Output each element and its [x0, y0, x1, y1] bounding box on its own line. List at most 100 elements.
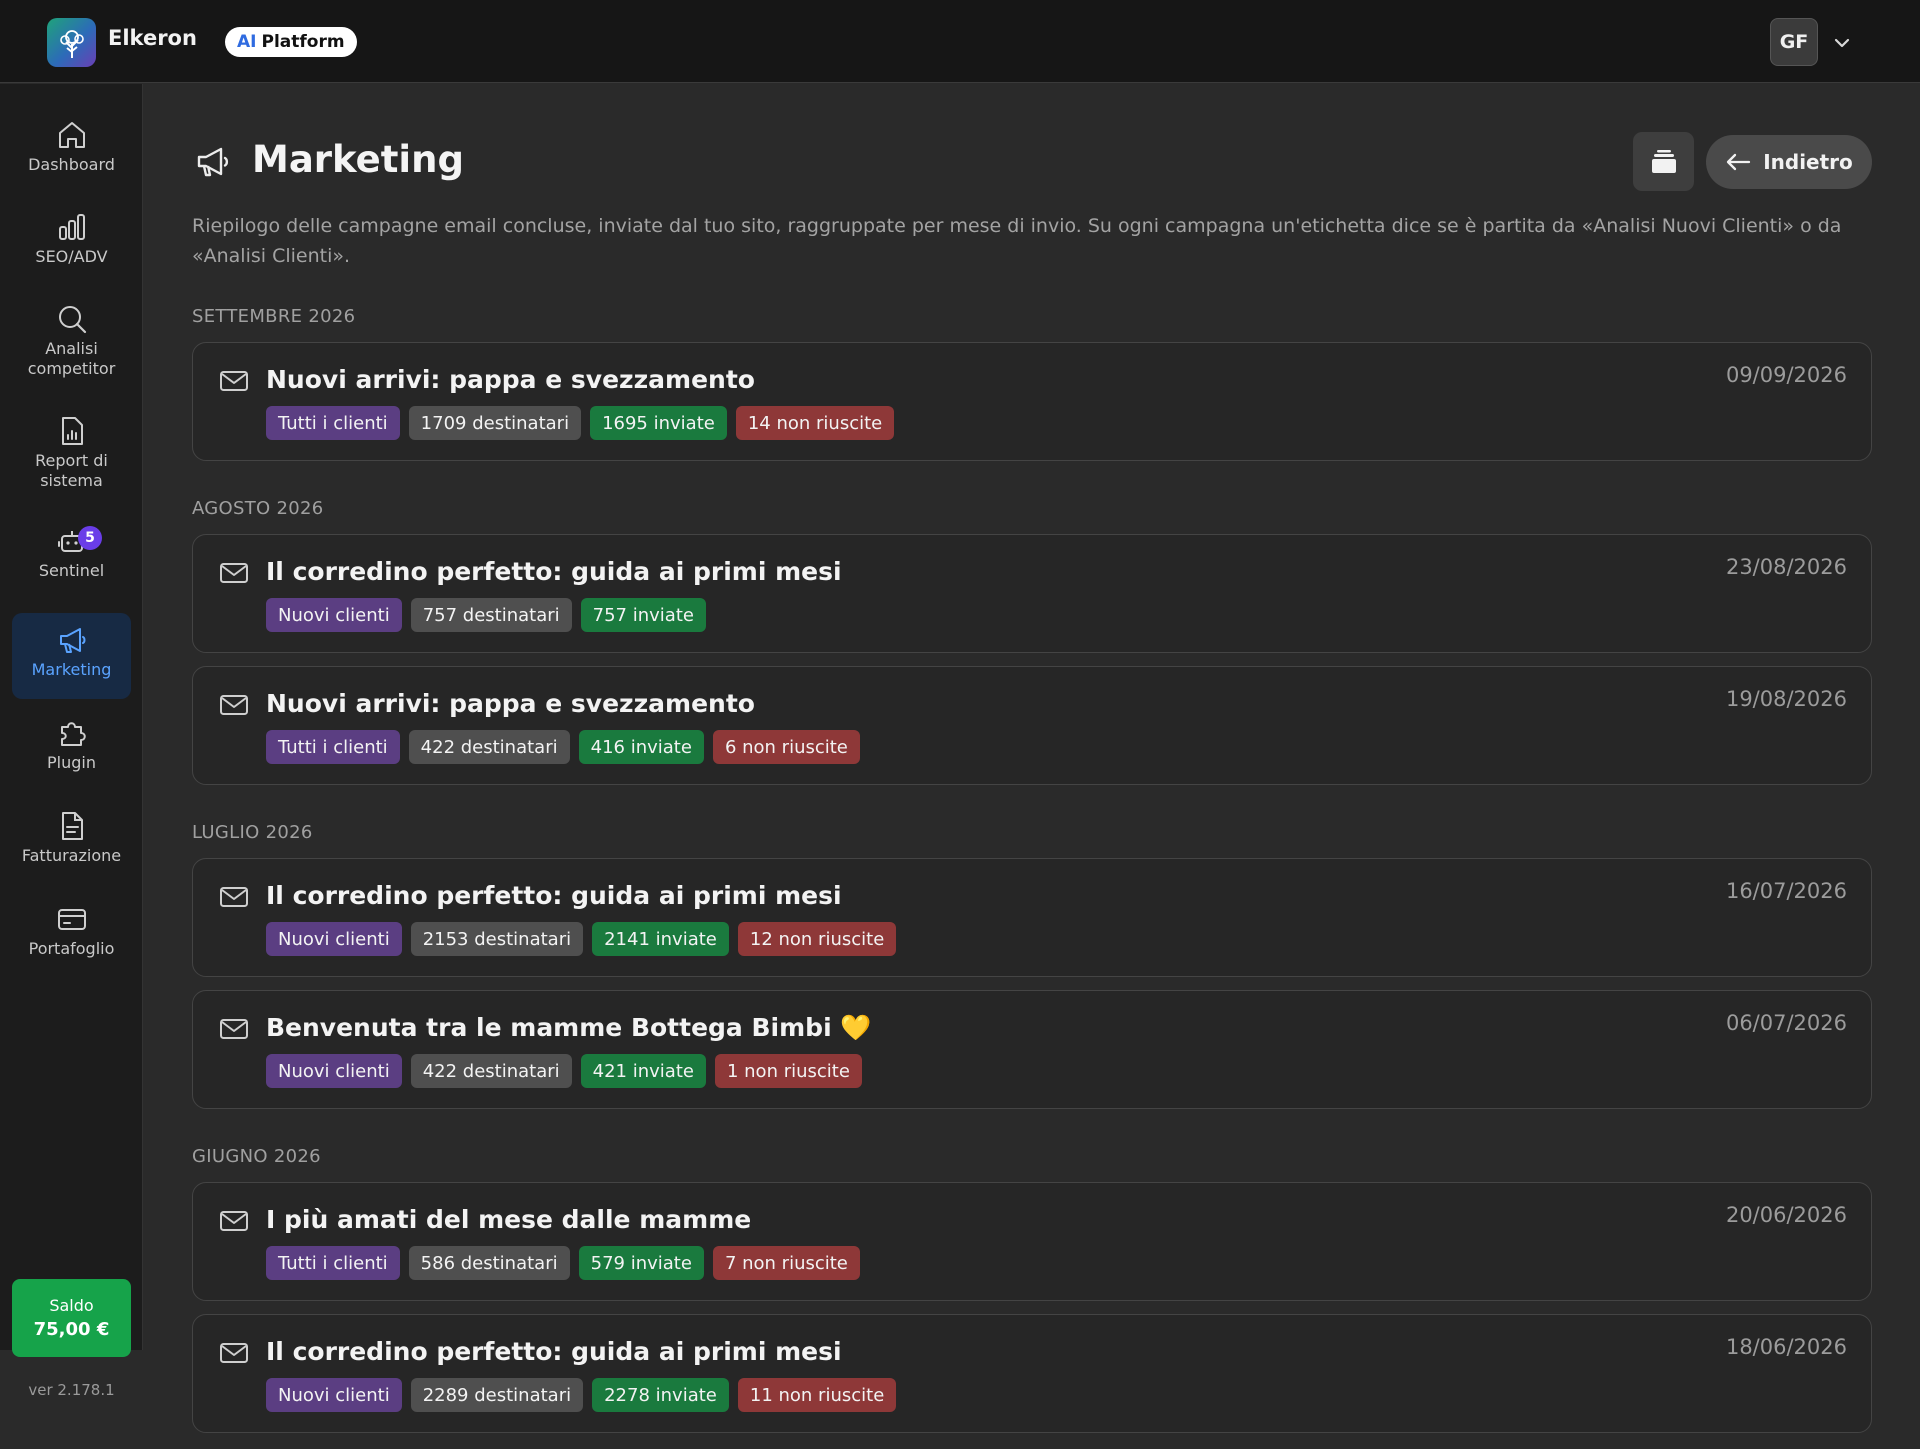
sent-tag: 757 inviate [580, 598, 706, 632]
campaign-tags: Nuovi clienti 422 destinatari 421 inviat… [266, 1054, 862, 1088]
arrow-left-icon [1727, 153, 1751, 171]
sidebar-item-label: Plugin [47, 753, 96, 772]
saldo-label: Saldo [49, 1296, 94, 1315]
campaign-date: 20/06/2026 [1725, 1203, 1847, 1227]
campaign-tags: Nuovi clienti 2153 destinatari 2141 invi… [266, 922, 897, 956]
campaign-card[interactable]: Il corredino perfetto: guida ai primi me… [192, 1314, 1872, 1433]
month-heading: GIUGNO 2026 [192, 1146, 321, 1167]
sidebar-item-label: Portafoglio [28, 939, 115, 958]
ai-platform-badge: AI Platform [225, 27, 357, 57]
campaign-card[interactable]: Il corredino perfetto: guida ai primi me… [192, 858, 1872, 977]
home-icon [58, 122, 85, 148]
archive-button[interactable] [1633, 132, 1694, 191]
brand-name[interactable]: Elkeron [108, 26, 197, 50]
recipients-tag: 586 destinatari [408, 1246, 570, 1280]
saldo-value: 75,00 € [33, 1319, 110, 1340]
segment-tag: Tutti i clienti [266, 406, 400, 440]
segment-tag: Tutti i clienti [266, 730, 400, 764]
sent-tag: 579 inviate [578, 1246, 704, 1280]
sidebar-item-label: SEO/ADV [35, 247, 108, 266]
campaign-date: 19/08/2026 [1725, 687, 1847, 711]
campaign-card[interactable]: Il corredino perfetto: guida ai primi me… [192, 534, 1872, 653]
campaign-tags: Tutti i clienti 422 destinatari 416 invi… [266, 730, 860, 764]
failed-tag: 12 non riuscite [737, 922, 897, 956]
sent-tag: 416 inviate [578, 730, 704, 764]
campaign-card[interactable]: Nuovi arrivi: pappa e svezzamento 19/08/… [192, 666, 1872, 785]
sidebar-item-label: Marketing [31, 660, 112, 679]
ai-prefix: AI [237, 32, 257, 52]
mail-icon [220, 1019, 248, 1039]
campaign-tags: Nuovi clienti 2289 destinatari 2278 invi… [266, 1378, 897, 1412]
segment-tag: Nuovi clienti [266, 598, 402, 632]
campaign-tags: Tutti i clienti 1709 destinatari 1695 in… [266, 406, 895, 440]
failed-tag: 6 non riuscite [712, 730, 860, 764]
failed-tag: 7 non riuscite [712, 1246, 860, 1280]
campaign-card[interactable]: I più amati del mese dalle mamme 20/06/2… [192, 1182, 1872, 1301]
campaign-title: I più amati del mese dalle mamme [266, 1205, 752, 1234]
campaign-date: 06/07/2026 [1725, 1011, 1847, 1035]
segment-tag: Nuovi clienti [266, 1054, 402, 1088]
campaign-title: Il corredino perfetto: guida ai primi me… [266, 1337, 842, 1366]
sidebar: Dashboard SEO/ADV Analisi competitor Rep… [0, 84, 143, 1399]
segment-tag: Nuovi clienti [266, 922, 402, 956]
sent-tag: 421 inviate [580, 1054, 706, 1088]
campaign-date: 18/06/2026 [1725, 1335, 1847, 1359]
campaign-title: Nuovi arrivi: pappa e svezzamento [266, 689, 755, 718]
campaign-card[interactable]: Benvenuta tra le mamme Bottega Bimbi 💛 0… [192, 990, 1872, 1109]
campaign-title: Benvenuta tra le mamme Bottega Bimbi 💛 [266, 1013, 872, 1042]
megaphone-icon [197, 147, 229, 177]
failed-tag: 14 non riuscite [735, 406, 895, 440]
campaign-date: 16/07/2026 [1725, 879, 1847, 903]
campaign-title: Il corredino perfetto: guida ai primi me… [266, 557, 842, 586]
wallet-icon [57, 909, 86, 930]
recipients-tag: 2289 destinatari [410, 1378, 584, 1412]
sent-tag: 2278 inviate [592, 1378, 729, 1412]
sidebar-item-analisi-competitor[interactable]: Analisi competitor [12, 302, 131, 392]
mail-icon [220, 371, 248, 391]
campaign-title: Il corredino perfetto: guida ai primi me… [266, 881, 842, 910]
sidebar-item-report-di-sistema[interactable]: Report di sistema [12, 414, 131, 504]
user-avatar[interactable]: GF [1770, 18, 1818, 66]
sidebar-item-seo-adv[interactable]: SEO/ADV [12, 210, 131, 280]
campaign-tags: Nuovi clienti 757 destinatari 757 inviat… [266, 598, 706, 632]
sent-tag: 2141 inviate [592, 922, 729, 956]
app-version: ver 2.178.1 [28, 1381, 115, 1399]
failed-tag: 1 non riuscite [714, 1054, 862, 1088]
sidebar-item-label: Analisi competitor [27, 339, 116, 378]
month-heading: LUGLIO 2026 [192, 822, 313, 843]
top-bar: Elkeron AI Platform GF [0, 0, 1920, 83]
sidebar-item-label: Dashboard [28, 155, 115, 174]
mail-icon [220, 887, 248, 907]
page-title: Marketing [252, 138, 464, 181]
campaign-date: 23/08/2026 [1725, 555, 1847, 579]
month-heading: AGOSTO 2026 [192, 498, 324, 519]
failed-tag: 11 non riuscite [737, 1378, 897, 1412]
invoice-icon [61, 812, 83, 840]
campaign-title: Nuovi arrivi: pappa e svezzamento [266, 365, 755, 394]
sidebar-item-portafoglio[interactable]: Portafoglio [12, 902, 131, 972]
recipients-tag: 422 destinatari [410, 1054, 572, 1088]
sidebar-item-marketing[interactable]: Marketing [12, 613, 131, 699]
saldo-button[interactable]: Saldo 75,00 € [12, 1279, 131, 1357]
campaign-date: 09/09/2026 [1725, 363, 1847, 387]
sidebar-item-sentinel[interactable]: Sentinel 5 [12, 524, 131, 594]
search-icon [58, 306, 86, 334]
sidebar-item-label: Sentinel [38, 561, 105, 580]
mail-icon [220, 1343, 248, 1363]
bar-chart-icon [58, 214, 85, 240]
recipients-tag: 757 destinatari [410, 598, 572, 632]
month-heading: SETTEMBRE 2026 [192, 306, 356, 327]
sidebar-item-plugin[interactable]: Plugin [12, 716, 131, 786]
tree-icon[interactable] [47, 18, 96, 67]
sidebar-item-dashboard[interactable]: Dashboard [12, 118, 131, 188]
back-button[interactable]: Indietro [1706, 135, 1872, 189]
back-button-label: Indietro [1763, 150, 1853, 174]
sidebar-item-fatturazione[interactable]: Fatturazione [12, 809, 131, 879]
chevron-down-icon[interactable] [1830, 31, 1854, 55]
campaign-card[interactable]: Nuovi arrivi: pappa e svezzamento 09/09/… [192, 342, 1872, 461]
notification-badge: 5 [78, 526, 102, 550]
mail-icon [220, 695, 248, 715]
archive-icon [1651, 149, 1676, 173]
mail-icon [220, 563, 248, 583]
page-description: Riepilogo delle campagne email concluse,… [192, 215, 1842, 267]
